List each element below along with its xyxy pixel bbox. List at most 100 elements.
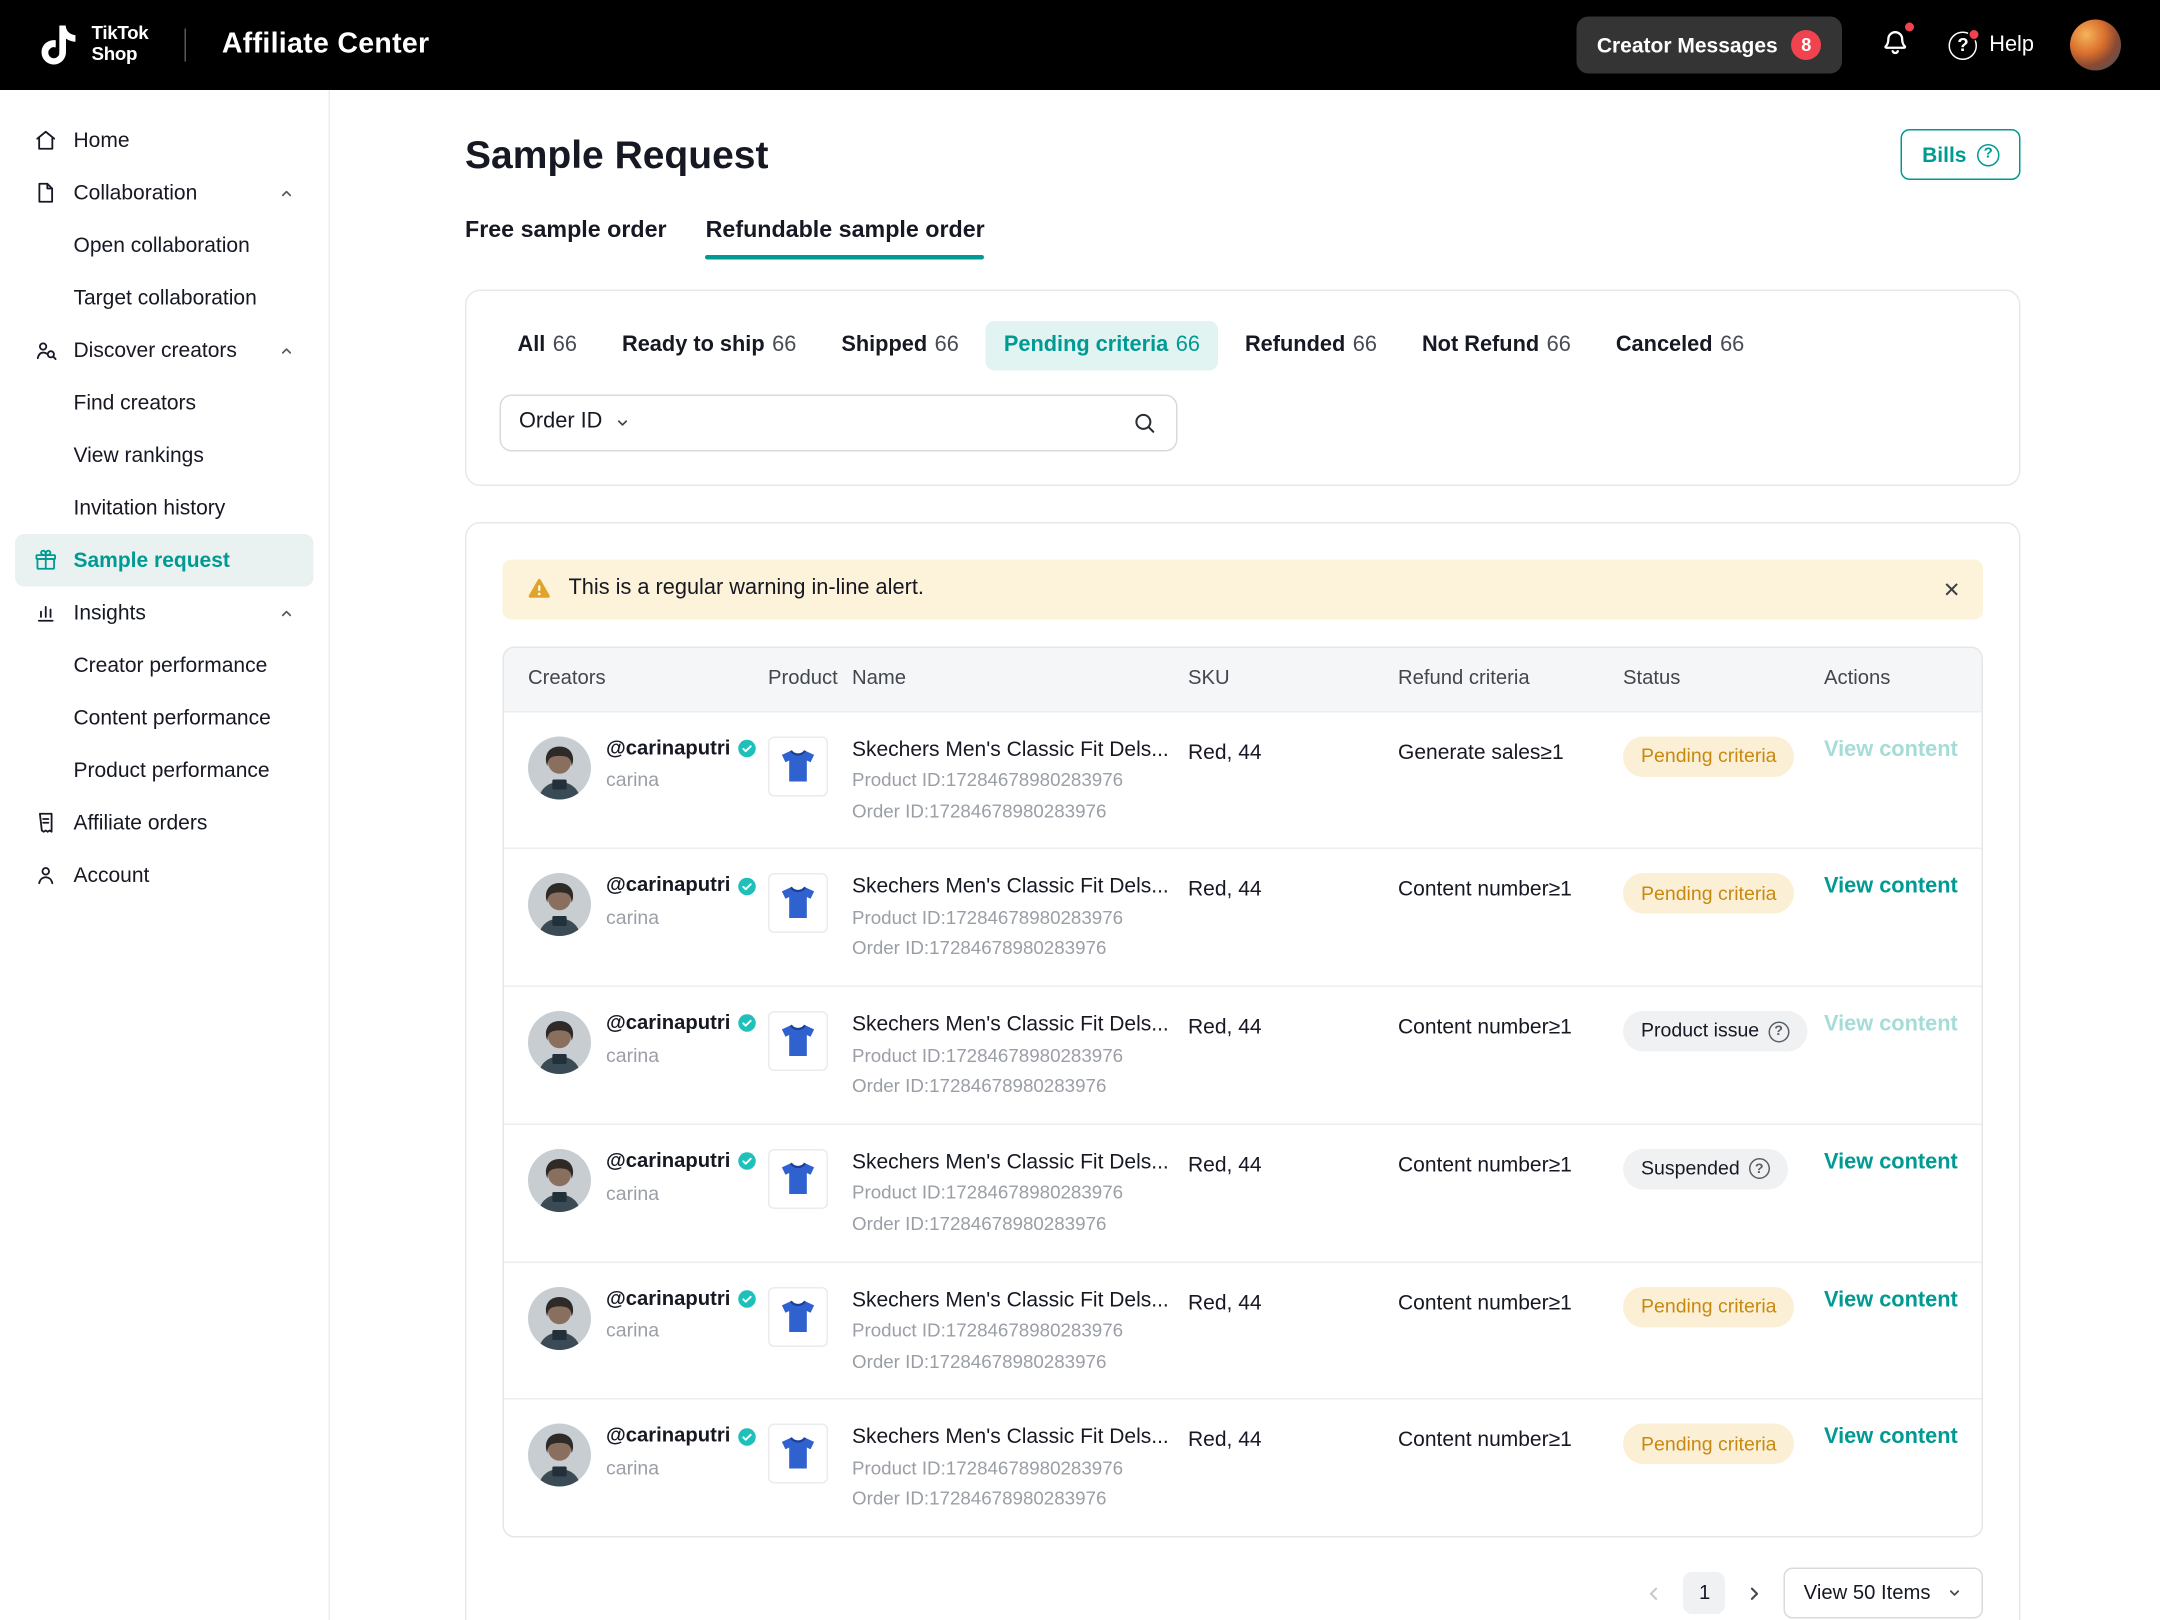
filter-canceled[interactable]: Canceled 66 <box>1598 322 1762 370</box>
refund-criteria-value: Content number≥1 <box>1398 873 1623 902</box>
refund-criteria-value: Content number≥1 <box>1398 1286 1623 1315</box>
product-cell <box>768 873 852 933</box>
product-name: Skechers Men's Classic Fit Dels... <box>852 1011 1173 1037</box>
creator-meta: @carinaputri carina <box>606 1286 757 1349</box>
status-cell: Product issue ? <box>1623 1011 1824 1052</box>
product-image <box>768 873 828 933</box>
view-content-link[interactable]: View content <box>1824 1425 1958 1449</box>
filter-refunded[interactable]: Refunded 66 <box>1227 322 1395 370</box>
sidebar-item-product-performance[interactable]: Product performance <box>15 744 314 797</box>
sidebar-item-invitation-history[interactable]: Invitation history <box>15 482 314 535</box>
bills-button[interactable]: Bills ? <box>1901 129 2020 180</box>
sidebar-item-insights[interactable]: Insights <box>15 587 314 640</box>
product-id: Product ID:17284678980283976 <box>852 1320 1173 1343</box>
creator-avatar <box>528 1286 591 1349</box>
sidebar-item-collaboration[interactable]: Collaboration <box>15 167 314 220</box>
sidebar-item-view-rankings[interactable]: View rankings <box>15 429 314 482</box>
collaboration-icon <box>33 180 59 206</box>
view-content-link[interactable]: View content <box>1824 1288 1958 1312</box>
sidebar-item-affiliate-orders[interactable]: Affiliate orders <box>15 797 314 850</box>
sidebar-item-open-collaboration[interactable]: Open collaboration <box>15 219 314 272</box>
creator-name: carina <box>606 1044 757 1068</box>
alert-message: This is a regular warning in-line alert. <box>569 575 924 602</box>
creator-messages-button[interactable]: Creator Messages 8 <box>1576 17 1842 74</box>
tab-refundable-sample-order[interactable]: Refundable sample order <box>706 216 985 260</box>
actions-cell: View content <box>1824 1149 1982 1176</box>
sku-value: Red, 44 <box>1188 873 1398 902</box>
column-header-product: Product <box>768 666 852 691</box>
chevron-up-icon <box>278 184 296 202</box>
search-icon[interactable] <box>1131 409 1158 436</box>
view-content-link[interactable]: View content <box>1824 875 1958 899</box>
tab-free-sample-order[interactable]: Free sample order <box>465 216 667 260</box>
creator-meta: @carinaputri carina <box>606 1149 757 1212</box>
sidebar-item-sample-request[interactable]: Sample request <box>15 534 314 587</box>
table-row: @carinaputri carina Skechers Men's Class… <box>504 710 1982 848</box>
orders-table: Creators Product Name SKU Refund criteri… <box>503 646 1984 1538</box>
status-label: Product issue <box>1641 1019 1759 1043</box>
search-bar[interactable]: Order ID <box>500 394 1178 451</box>
status-help-icon[interactable]: ? <box>1768 1021 1789 1042</box>
filter-label: Shipped <box>841 332 927 359</box>
page-size-label: View 50 Items <box>1804 1580 1931 1605</box>
filter-shipped[interactable]: Shipped 66 <box>823 322 977 370</box>
previous-page-button[interactable] <box>1643 1582 1666 1605</box>
table-row: @carinaputri carina Skechers Men's Class… <box>504 1123 1982 1261</box>
product-cell <box>768 736 852 796</box>
orders-card: This is a regular warning in-line alert.… <box>465 521 2021 1620</box>
user-avatar[interactable] <box>2070 20 2121 71</box>
product-cell <box>768 1424 852 1484</box>
notifications-button[interactable] <box>1878 23 1913 67</box>
view-content-link[interactable]: View content <box>1824 1013 1958 1037</box>
creator-name: carina <box>606 1319 757 1343</box>
creator-avatar <box>528 1424 591 1487</box>
sidebar-item-find-creators[interactable]: Find creators <box>15 377 314 430</box>
sku-value: Red, 44 <box>1188 1424 1398 1453</box>
sidebar-item-target-collaboration[interactable]: Target collaboration <box>15 272 314 325</box>
help-button[interactable]: ? Help <box>1949 31 2034 60</box>
view-content-link[interactable]: View content <box>1824 1150 1958 1174</box>
order-id: Order ID:17284678980283976 <box>852 1213 1173 1236</box>
column-header-status: Status <box>1623 666 1824 691</box>
name-cell: Skechers Men's Classic Fit Dels... Produ… <box>852 1011 1188 1099</box>
verified-badge-icon <box>736 738 757 759</box>
sidebar-item-account[interactable]: Account <box>15 849 314 902</box>
creator-handle: @carinaputri <box>606 873 730 898</box>
search-field-selector[interactable]: Order ID <box>519 409 631 436</box>
product-id: Product ID:17284678980283976 <box>852 770 1173 793</box>
main-content: Sample Request Bills ? Free sample order… <box>330 90 2160 1620</box>
sidebar-item-home[interactable]: Home <box>15 114 314 167</box>
refund-criteria-value: Generate sales≥1 <box>1398 736 1623 765</box>
creator-meta: @carinaputri carina <box>606 736 757 799</box>
creator-messages-label: Creator Messages <box>1597 33 1778 57</box>
view-content-link[interactable]: View content <box>1824 737 1958 761</box>
home-icon <box>33 128 59 154</box>
help-label: Help <box>1989 31 2034 58</box>
table-header-row: Creators Product Name SKU Refund criteri… <box>504 647 1982 710</box>
page-number[interactable]: 1 <box>1684 1572 1726 1614</box>
top-bar: TikTok Shop Affiliate Center Creator Mes… <box>0 0 2160 90</box>
filter-all[interactable]: All 66 <box>500 322 596 370</box>
status-badge: Pending criteria <box>1623 736 1794 777</box>
filter-count: 66 <box>553 332 577 359</box>
verified-badge-icon <box>736 1288 757 1309</box>
bills-label: Bills <box>1922 143 1966 167</box>
column-header-sku: SKU <box>1188 666 1398 691</box>
status-help-icon[interactable]: ? <box>1749 1158 1770 1179</box>
sidebar-item-creator-performance[interactable]: Creator performance <box>15 639 314 692</box>
sku-value: Red, 44 <box>1188 1286 1398 1315</box>
sidebar-item-content-performance[interactable]: Content performance <box>15 692 314 745</box>
brand-line2: Shop <box>92 45 149 66</box>
chevron-up-icon <box>278 604 296 622</box>
question-circle-icon: ? <box>1977 143 2000 166</box>
filter-ready-to-ship[interactable]: Ready to ship 66 <box>604 322 814 370</box>
filter-not-refund[interactable]: Not Refund 66 <box>1404 322 1589 370</box>
actions-cell: View content <box>1824 736 1982 763</box>
next-page-button[interactable] <box>1744 1582 1767 1605</box>
page-size-select[interactable]: View 50 Items <box>1784 1568 1983 1619</box>
order-id: Order ID:17284678980283976 <box>852 800 1173 823</box>
sidebar-item-discover-creators[interactable]: Discover creators <box>15 324 314 377</box>
close-icon[interactable]: ✕ <box>1943 578 1961 599</box>
filter-label: Canceled <box>1616 332 1713 359</box>
filter-pending-criteria[interactable]: Pending criteria 66 <box>986 322 1218 370</box>
